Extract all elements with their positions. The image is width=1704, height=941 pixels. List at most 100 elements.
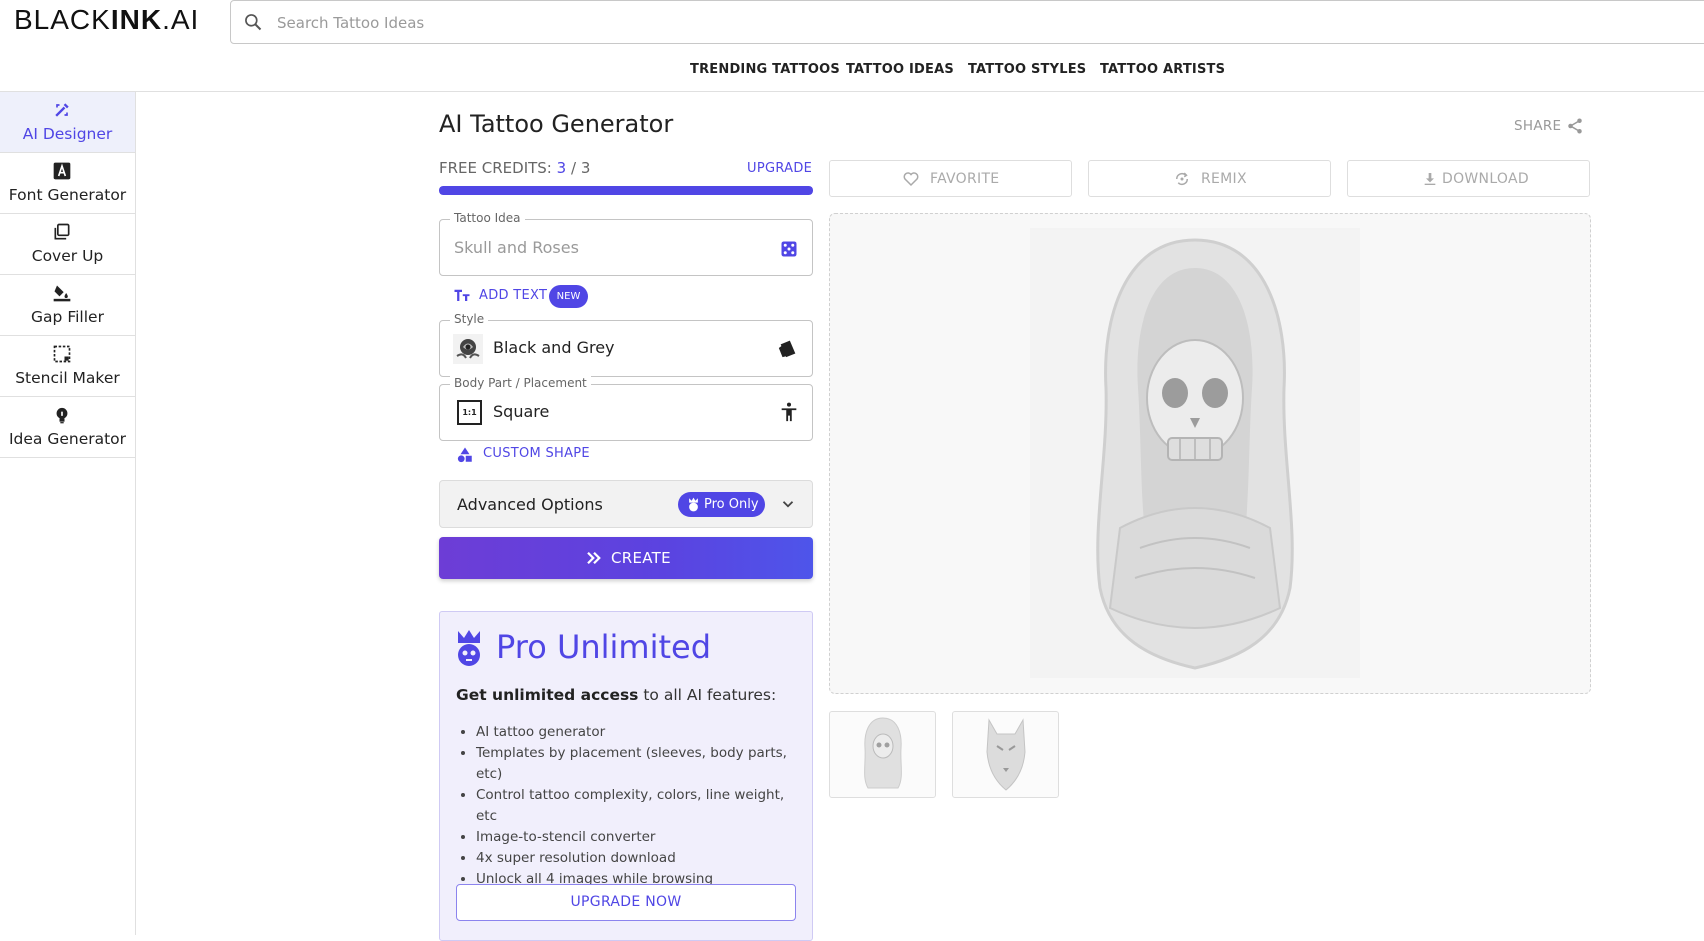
lightbulb-icon — [56, 407, 68, 424]
text-size-icon — [454, 289, 470, 301]
advanced-options-accordion[interactable]: Advanced Options Pro Only — [439, 480, 813, 528]
paint-bucket-icon — [53, 285, 71, 302]
sidebar-item-idea-generator[interactable]: Idea Generator — [0, 397, 135, 458]
sidebar-item-label: Font Generator — [8, 186, 127, 204]
create-button[interactable]: CREATE — [439, 537, 813, 579]
placement-label: Body Part / Placement — [450, 376, 591, 390]
sidebar-item-label: Idea Generator — [8, 430, 127, 448]
thumbnail-skull[interactable] — [829, 711, 936, 798]
favorite-button[interactable]: FAVORITE — [829, 160, 1072, 197]
shapes-icon — [457, 447, 472, 463]
nav-tattoo-ideas[interactable]: TATTOO IDEAS — [846, 62, 954, 77]
body-figure-icon[interactable] — [778, 401, 800, 423]
search-bar[interactable]: Search Tattoo Ideas — [230, 0, 1704, 44]
cover-up-icon — [54, 223, 70, 240]
chevron-down-icon — [782, 501, 794, 508]
new-badge: NEW — [549, 285, 588, 308]
sidebar: AI Designer Font Generator Cover Up Gap … — [0, 92, 136, 935]
sidebar-item-gap-filler[interactable]: Gap Filler — [0, 275, 135, 336]
list-item: Control tattoo complexity, colors, line … — [476, 785, 806, 827]
upgrade-link[interactable]: UPGRADE — [747, 161, 812, 176]
tattoo-preview[interactable] — [829, 213, 1591, 694]
list-item: AI tattoo generator — [476, 722, 806, 743]
thumbnail-wolf[interactable] — [952, 711, 1059, 798]
credits-progress-bar — [439, 186, 813, 195]
sidebar-item-label: Cover Up — [31, 247, 104, 265]
subtitle-bold: Get unlimited access — [456, 686, 639, 704]
pro-crown-icon — [458, 630, 480, 666]
sidebar-item-label: Stencil Maker — [15, 369, 120, 387]
subtitle-rest: to all AI features: — [638, 686, 777, 704]
sidebar-item-cover-up[interactable]: Cover Up — [0, 214, 135, 275]
pro-features-list: AI tattoo generator Templates by placeme… — [476, 722, 806, 890]
nav-trending-tattoos[interactable]: TRENDING TATTOOS — [690, 62, 840, 77]
remix-label: REMIX — [1201, 171, 1247, 187]
remix-icon — [1175, 172, 1189, 186]
logo-text-bold: INK — [110, 4, 163, 35]
tattoo-idea-input[interactable]: Skull and Roses — [454, 238, 579, 257]
download-icon — [1424, 173, 1436, 185]
share-button[interactable]: SHARE — [1514, 118, 1561, 134]
ai-designer-icon — [55, 103, 69, 117]
sidebar-item-label: AI Designer — [22, 125, 113, 143]
sidebar-item-ai-designer[interactable]: AI Designer — [0, 92, 135, 153]
logo-text-suffix: .AI — [162, 4, 200, 35]
main-nav: TRENDING TATTOOS TATTOO IDEAS TATTOO STY… — [0, 62, 1704, 86]
search-icon — [245, 14, 262, 31]
pro-crown-icon — [689, 497, 698, 512]
sidebar-item-stencil-maker[interactable]: Stencil Maker — [0, 336, 135, 397]
upgrade-now-button[interactable]: UPGRADE NOW — [456, 884, 796, 921]
favorite-label: FAVORITE — [930, 171, 1000, 187]
tattoo-image — [1030, 228, 1360, 678]
thumbnail-image — [864, 717, 902, 789]
credits-progress-fill — [439, 186, 813, 195]
style-value: Black and Grey — [493, 338, 615, 357]
tattoo-idea-field[interactable]: Tattoo Idea Skull and Roses — [439, 211, 813, 276]
download-label: DOWNLOAD — [1442, 171, 1529, 187]
thumbnail-image — [986, 718, 1026, 791]
pro-only-badge: Pro Only — [678, 492, 765, 517]
download-button[interactable]: DOWNLOAD — [1347, 160, 1590, 197]
heart-icon — [903, 172, 919, 187]
credits-total: 3 — [580, 159, 591, 177]
credits-separator: / — [570, 159, 577, 177]
double-chevron-right-icon — [587, 551, 601, 565]
list-item: 4x super resolution download — [476, 848, 806, 869]
page-title: AI Tattoo Generator — [439, 110, 674, 138]
custom-shape-label: CUSTOM SHAPE — [483, 446, 590, 461]
dice-icon[interactable] — [780, 240, 798, 258]
logo[interactable]: BLACKINK.AI — [14, 4, 199, 36]
rose-style-icon — [453, 334, 483, 364]
sidebar-item-label: Gap Filler — [31, 308, 104, 326]
pro-unlimited-subtitle: Get unlimited access to all AI features: — [456, 686, 776, 704]
credits-label: FREE CREDITS: — [439, 159, 552, 177]
share-icon[interactable] — [1566, 116, 1584, 136]
add-text-label: ADD TEXT — [479, 288, 548, 303]
list-item: Templates by placement (sleeves, body pa… — [476, 743, 806, 785]
search-input[interactable]: Search Tattoo Ideas — [277, 14, 424, 32]
credits-used: 3 — [556, 159, 567, 177]
style-select[interactable]: Style Black and Grey — [439, 312, 813, 377]
nav-tattoo-artists[interactable]: TATTOO ARTISTS — [1100, 62, 1225, 77]
placement-select[interactable]: Body Part / Placement 1:1 Square — [439, 376, 813, 441]
stencil-icon — [53, 345, 71, 363]
remix-button[interactable]: REMIX — [1088, 160, 1331, 197]
list-item: Image-to-stencil converter — [476, 827, 806, 848]
pro-unlimited-card: Pro Unlimited Get unlimited access to al… — [439, 611, 813, 941]
logo-text-light: BLACK — [14, 4, 111, 35]
pro-only-label: Pro Only — [704, 497, 759, 512]
placement-value: Square — [493, 402, 550, 421]
credits-counter: FREE CREDITS: 3 / 3 — [439, 159, 590, 177]
advanced-options-label: Advanced Options — [457, 495, 603, 514]
custom-shape-button[interactable]: CUSTOM SHAPE — [456, 446, 590, 468]
tattoo-idea-label: Tattoo Idea — [450, 211, 525, 225]
top-bar: BLACKINK.AI Search Tattoo Ideas — [0, 0, 1704, 44]
sidebar-item-font-generator[interactable]: Font Generator — [0, 153, 135, 214]
swatch-icon[interactable] — [777, 337, 799, 359]
add-text-button[interactable]: ADD TEXT — [453, 287, 547, 307]
aspect-ratio-icon: 1:1 — [457, 400, 482, 425]
style-label: Style — [450, 312, 489, 326]
font-icon — [53, 162, 71, 180]
nav-tattoo-styles[interactable]: TATTOO STYLES — [968, 62, 1086, 77]
pro-unlimited-title: Pro Unlimited — [496, 628, 712, 666]
